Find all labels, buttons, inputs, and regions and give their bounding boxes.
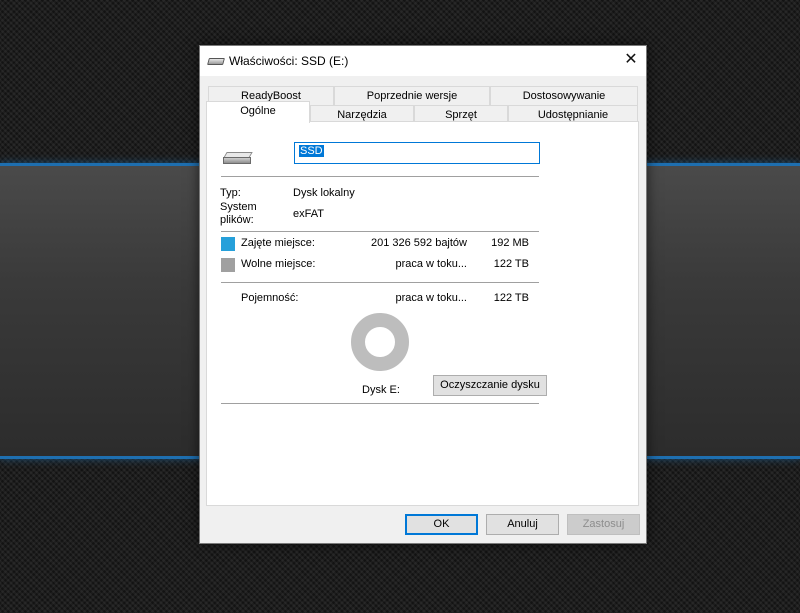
tab-customize[interactable]: Dostosowywanie bbox=[490, 86, 638, 105]
filesystem-value: exFAT bbox=[293, 208, 324, 220]
properties-dialog: Właściwości: SSD (E:) ✕ ReadyBoost Poprz… bbox=[199, 45, 647, 544]
close-icon[interactable]: ✕ bbox=[616, 46, 646, 76]
drive-name-value: SSD bbox=[299, 145, 324, 157]
drive-caption: Dysk E: bbox=[362, 384, 400, 396]
filesystem-label-2: plików: bbox=[220, 214, 254, 226]
free-space-label: Wolne miejsce: bbox=[241, 258, 316, 270]
apply-button[interactable]: Zastosuj bbox=[567, 514, 640, 535]
capacity-bytes: praca w toku... bbox=[395, 292, 467, 304]
general-panel: SSD Typ: Dysk lokalny System plików: exF… bbox=[206, 121, 639, 506]
tab-previous-versions[interactable]: Poprzednie wersje bbox=[334, 86, 490, 105]
drive-icon bbox=[223, 152, 253, 164]
free-space-bytes: praca w toku... bbox=[395, 258, 467, 270]
free-space-size: 122 TB bbox=[493, 258, 529, 270]
title-bar[interactable]: Właściwości: SSD (E:) ✕ bbox=[200, 46, 646, 76]
separator bbox=[221, 176, 539, 177]
used-space-label: Zajęte miejsce: bbox=[241, 237, 315, 249]
drive-name-input[interactable]: SSD bbox=[294, 142, 540, 164]
separator bbox=[221, 403, 539, 404]
drive-icon bbox=[207, 58, 225, 65]
window-title: Właściwości: SSD (E:) bbox=[229, 54, 349, 68]
tab-general[interactable]: Ogólne bbox=[206, 101, 310, 123]
separator bbox=[221, 282, 539, 283]
separator bbox=[221, 231, 539, 232]
used-space-swatch bbox=[221, 237, 235, 251]
used-space-bytes: 201 326 592 bajtów bbox=[370, 237, 467, 249]
free-space-swatch bbox=[221, 258, 235, 272]
used-space-size: 192 MB bbox=[491, 237, 529, 249]
capacity-size: 122 TB bbox=[493, 292, 529, 304]
type-value: Dysk lokalny bbox=[293, 187, 355, 199]
disk-usage-donut bbox=[351, 313, 409, 371]
disk-cleanup-button[interactable]: Oczyszczanie dysku bbox=[433, 375, 547, 396]
filesystem-label-1: System bbox=[220, 201, 257, 213]
capacity-label: Pojemność: bbox=[241, 292, 299, 304]
ok-button[interactable]: OK bbox=[405, 514, 478, 535]
type-label: Typ: bbox=[220, 187, 241, 199]
cancel-button[interactable]: Anuluj bbox=[486, 514, 559, 535]
